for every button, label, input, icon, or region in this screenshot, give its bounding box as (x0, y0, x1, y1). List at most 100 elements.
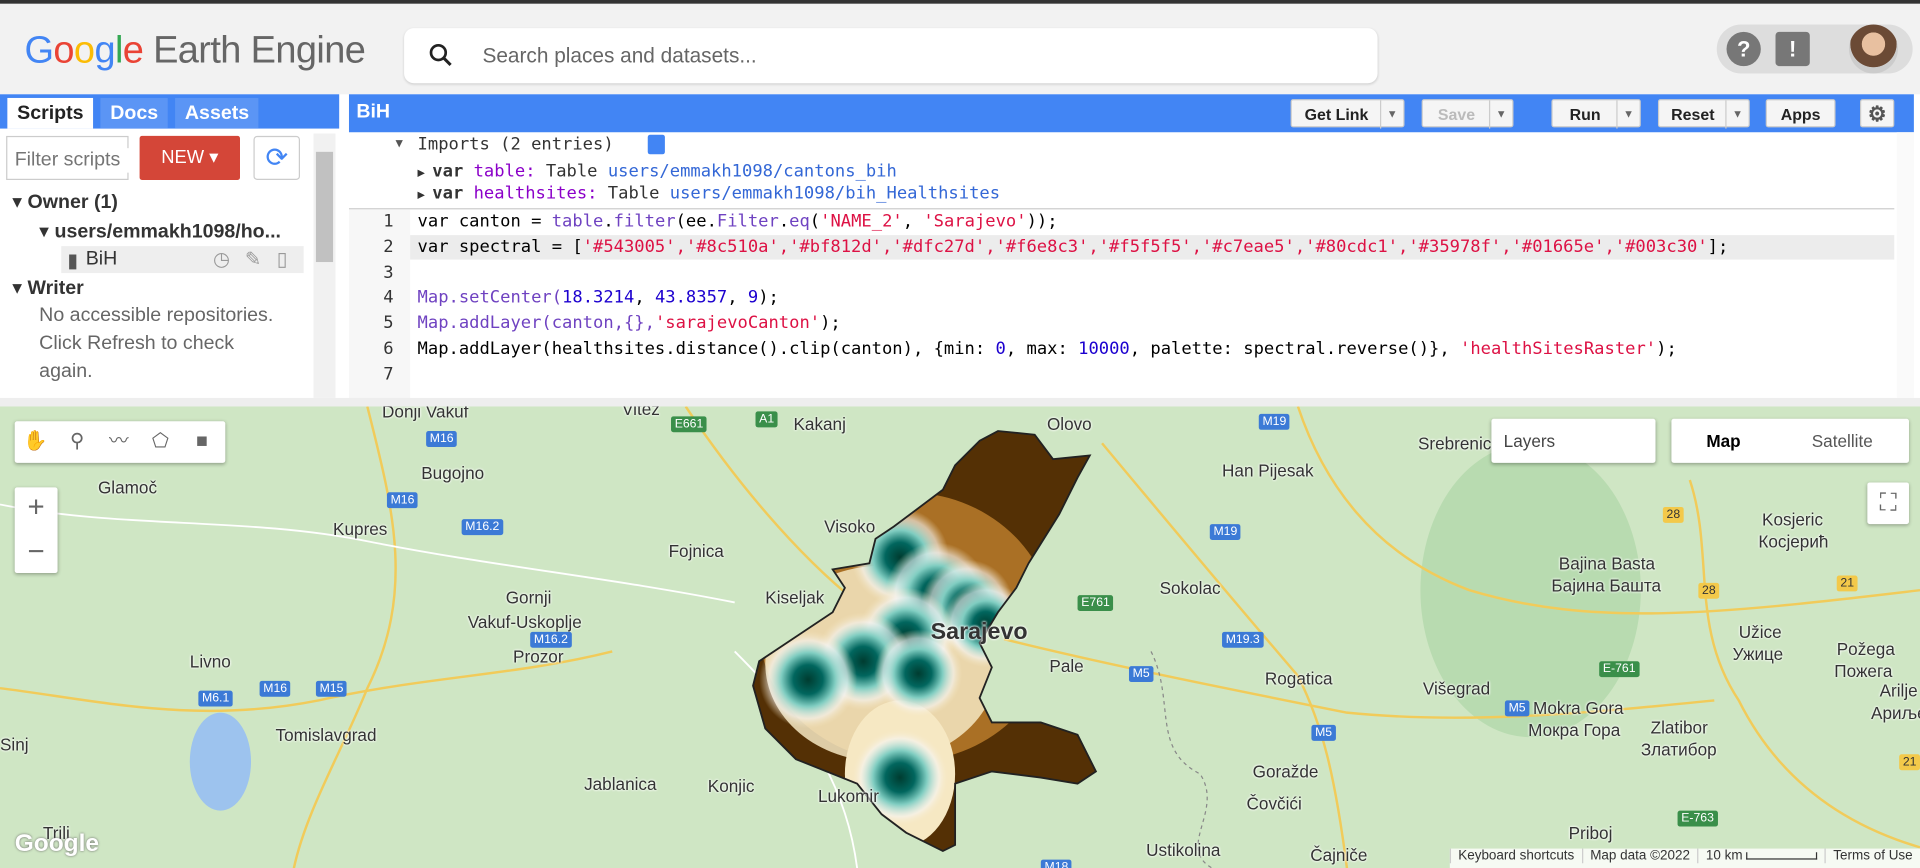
marker-icon[interactable]: ⚲ (56, 421, 98, 463)
map-place-label: Косјерић (1758, 531, 1829, 552)
road-shield: M19 (1209, 524, 1241, 541)
edit-icon[interactable]: ✎ (245, 247, 261, 271)
map-type-map[interactable]: Map (1671, 419, 1775, 463)
code-line[interactable]: Map.setCenter(18.3214, 43.8357, 9); (418, 288, 779, 308)
code-line[interactable]: Map.addLayer(healthsites.distance().clip… (418, 339, 1677, 359)
delete-icon[interactable]: ▯ (277, 247, 288, 271)
header-actions: ? ! (1716, 24, 1913, 74)
search-box[interactable] (404, 28, 1378, 84)
road-shield: E-763 (1677, 810, 1718, 827)
map-place-label: Sinj (0, 734, 29, 755)
road-shield: M16 (426, 431, 458, 447)
file-icon: ▮ (67, 251, 79, 272)
map-place-label: Rogatica (1264, 668, 1333, 689)
tree-writer[interactable]: ▾ Writer (12, 276, 84, 300)
search-input[interactable] (480, 40, 1343, 73)
map-place-label: Kiseljak (765, 587, 825, 608)
tab-docs[interactable]: Docs (100, 97, 168, 129)
map-attribution: Keyboard shortcuts Map data ©2022 10 km Te… (1449, 848, 1920, 868)
map-place-label: Ужице (1732, 644, 1784, 664)
line-icon[interactable]: 〰 (98, 421, 140, 463)
tab-assets[interactable]: Assets (175, 97, 259, 129)
road-shield: 21 (1836, 575, 1858, 592)
map-place-label: Užice (1738, 622, 1782, 642)
map-place-label: Mokra Gora (1533, 697, 1624, 718)
script-item-bih[interactable]: ▮ BiH ◷ ✎ ▯ (61, 246, 304, 274)
get-link-button[interactable]: Get Link ▼ (1290, 99, 1405, 129)
fullscreen-icon[interactable]: ⛶ (1867, 482, 1909, 525)
map-type-satellite[interactable]: Satellite (1776, 419, 1909, 463)
map-place-label: Olovo (1046, 413, 1092, 434)
map-place-label: Višegrad (1422, 678, 1491, 698)
map-place-label: Han Pijesak (1222, 460, 1314, 481)
help-icon[interactable]: ? (1726, 31, 1761, 67)
earth-engine-logo[interactable]: Google Earth Engine (24, 28, 365, 72)
panel-resize-handle[interactable] (0, 397, 1920, 407)
map-place-label: Kosjeric (1762, 509, 1824, 529)
scale-bar[interactable]: 10 km (1697, 848, 1825, 864)
map-place-label: Gornji (505, 587, 552, 608)
save-button[interactable]: Save ▼ (1421, 99, 1514, 129)
road-shield: M16 (386, 492, 419, 509)
zoom-control: + − (14, 487, 58, 574)
chevron-down-icon[interactable]: ▼ (1488, 100, 1512, 129)
polygon-icon[interactable]: ⬠ (140, 421, 182, 463)
run-button[interactable]: Run ▼ (1551, 99, 1641, 129)
map-place-label: Livno (189, 651, 231, 672)
map-place-label: Sokolac (1159, 577, 1221, 598)
scripts-panel: Scripts Docs Assets NEW ▾ ⟳ ▾ Owner (1) … (0, 94, 340, 398)
filter-scripts-input[interactable] (12, 148, 130, 173)
apps-button[interactable]: Apps (1765, 99, 1836, 128)
map-place-label: Priboj (1568, 822, 1613, 843)
import-row[interactable]: ▶ var table: Table users/emmakh1098/cant… (418, 162, 897, 182)
refresh-icon[interactable]: ⟳ (253, 135, 301, 181)
imports-header: Imports (2 entries) (417, 134, 614, 155)
zoom-in-button[interactable]: + (15, 487, 58, 529)
feedback-icon[interactable]: ! (1775, 31, 1810, 67)
script-title: BiH (356, 101, 391, 123)
tree-owner[interactable]: ▾ Owner (1) (12, 190, 118, 214)
writer-message: No accessible repositories. (39, 304, 274, 326)
history-icon[interactable]: ◷ (213, 247, 230, 271)
editor-scrollbar[interactable] (1896, 132, 1914, 398)
collapse-icon[interactable]: ▼ (396, 137, 403, 150)
app-header: GoogleEarth Engine ? ! (0, 0, 1920, 95)
rectangle-icon[interactable]: ■ (181, 421, 223, 463)
map-place-label: Vakuf-Uskoplje (467, 612, 582, 632)
gear-icon[interactable]: ⚙ (1860, 99, 1895, 128)
imports-doc-icon[interactable] (647, 134, 665, 155)
map-place-label: Jablanica (584, 773, 657, 794)
layers-button[interactable]: Layers (1491, 418, 1656, 463)
map-place-label: Pale (1049, 656, 1084, 676)
map-place-label: Glamoč (97, 477, 158, 498)
road-shield: M16 (259, 680, 291, 697)
terms-link[interactable]: Terms of Use (1824, 848, 1920, 864)
filter-scripts-field[interactable] (6, 135, 130, 181)
import-row[interactable]: ▶ var healthsites: Table users/emmakh109… (418, 184, 1000, 204)
zoom-out-button[interactable]: − (15, 531, 58, 573)
chevron-down-icon[interactable]: ▼ (1616, 100, 1639, 129)
road-shield: M5 (1504, 700, 1530, 717)
imports-divider (348, 208, 1895, 210)
map-place-label: Čajniče (1310, 844, 1368, 865)
map-place-label: Бајина Башта (1551, 575, 1662, 596)
map-place-label: Zlatibor (1650, 717, 1708, 738)
keyboard-shortcuts-link[interactable]: Keyboard shortcuts (1449, 848, 1582, 864)
reset-button[interactable]: Reset ▼ (1657, 99, 1750, 129)
tree-repo[interactable]: ▾ users/emmakh1098/ho... (39, 219, 281, 243)
avatar[interactable] (1848, 24, 1898, 74)
code-line[interactable]: var canton = table.filter(ee.Filter.eq('… (418, 212, 1058, 232)
chevron-down-icon[interactable]: ▼ (1725, 100, 1748, 129)
code-area[interactable]: ▼ Imports (2 entries) ▶ var table: Table… (348, 132, 1914, 398)
map-place-label: Bugojno (421, 462, 485, 483)
pan-hand-icon[interactable]: ✋ (15, 421, 57, 463)
scripts-scrollbar[interactable] (313, 133, 336, 398)
writer-message: again. (39, 361, 93, 383)
tab-scripts[interactable]: Scripts (7, 97, 94, 129)
chevron-down-icon[interactable]: ▼ (1380, 100, 1403, 129)
scrollbar-thumb[interactable] (315, 151, 334, 263)
code-line[interactable]: var spectral = ['#543005','#8c510a','#bf… (418, 238, 1729, 258)
map-view[interactable]: Donji Vakuf Vitez Kakanj Olovo Srebrenic… (0, 406, 1920, 868)
code-line[interactable]: Map.addLayer(canton,{},'sarajevoCanton')… (418, 313, 841, 333)
new-button[interactable]: NEW ▾ (139, 135, 241, 181)
